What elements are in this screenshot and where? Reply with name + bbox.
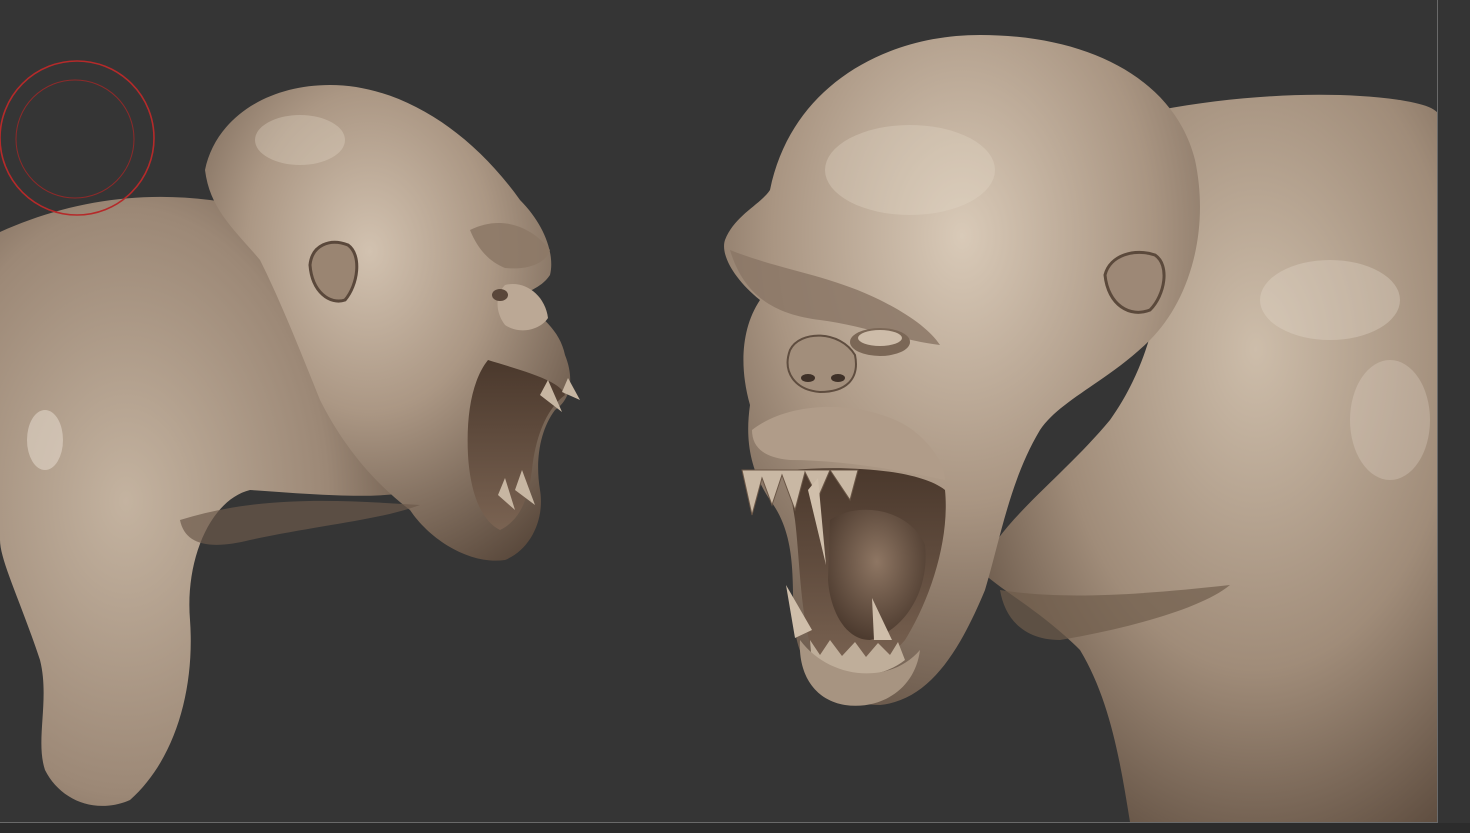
- right-model-nostril: [801, 374, 815, 382]
- left-model-eye: [492, 289, 508, 301]
- brush-inner-ring: [15, 79, 135, 199]
- sculpt-viewport[interactable]: [0, 0, 1470, 833]
- right-model-nose: [786, 334, 857, 394]
- gorilla-side-view-model[interactable]: [0, 85, 580, 806]
- brush-radius-cursor-icon[interactable]: [0, 60, 155, 216]
- gorilla-front-view-model[interactable]: [724, 35, 1440, 822]
- viewport-right-margin: [1438, 0, 1470, 823]
- left-model-head-highlight: [255, 115, 345, 165]
- right-model-shoulder-highlight: [1260, 260, 1400, 340]
- right-model-chest-highlight: [1350, 360, 1430, 480]
- viewport-canvas[interactable]: [0, 0, 1470, 833]
- right-model-nostril-2: [831, 374, 845, 382]
- left-model-highlight: [27, 410, 63, 470]
- right-model-eye-lid: [858, 330, 902, 346]
- right-model-head-highlight: [825, 125, 995, 215]
- viewport-frame-right: [1437, 0, 1438, 822]
- viewport-bottom-margin: [0, 823, 1470, 833]
- brush-outer-ring: [0, 60, 155, 216]
